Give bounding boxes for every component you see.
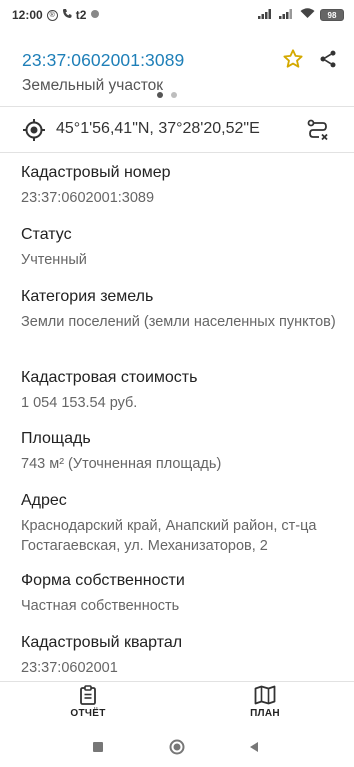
battery-icon: 98 — [320, 9, 344, 21]
field-cadastral-number: Кадастровый номер 23:37:0602001:3089 — [21, 163, 341, 208]
field-address: Адрес Краснодарский край, Анапский район… — [21, 491, 341, 556]
coordinates-row: 45°1'56,41"N, 37°28'20,52"E — [0, 108, 354, 152]
report-button[interactable]: ОТЧЁТ — [48, 682, 128, 726]
field-status: Статус Учтенный — [21, 225, 341, 270]
recent-apps-button[interactable] — [88, 737, 108, 757]
page-title: 23:37:0602001:3089 — [22, 50, 185, 70]
field-label: Площадь — [21, 430, 91, 447]
field-value: Земли поселений (земли населенных пункто… — [21, 314, 336, 330]
status-time: 12:00 — [12, 8, 43, 22]
pager-dot-active[interactable] — [157, 92, 163, 98]
plan-button[interactable]: ПЛАН — [225, 682, 305, 726]
crosshair-icon — [23, 119, 45, 141]
map-icon — [254, 685, 276, 705]
home-button[interactable] — [167, 737, 187, 757]
field-land-category: Категория земель Земли поселений (земли … — [21, 287, 341, 332]
field-value: 743 м² (Уточненная площадь) — [21, 456, 222, 472]
field-label: Кадастровая стоимость — [21, 369, 198, 386]
plan-label: ПЛАН — [250, 708, 280, 719]
bottom-nav: ОТЧЁТ ПЛАН — [0, 681, 354, 725]
share-button[interactable] — [316, 47, 340, 71]
route-button[interactable] — [305, 117, 331, 143]
carrier-label: t2 — [75, 8, 87, 22]
field-label: Форма собственности — [21, 572, 185, 589]
app-dot-icon — [90, 8, 100, 22]
field-label: Кадастровый квартал — [21, 634, 183, 651]
signal-icon-2 — [279, 8, 295, 22]
star-outline-icon — [283, 49, 303, 68]
field-label: Статус — [21, 226, 72, 243]
field-cadastral-value: Кадастровая стоимость 1 054 153.54 руб. — [21, 368, 341, 413]
square-icon — [93, 742, 103, 752]
favorite-button[interactable] — [281, 47, 305, 71]
report-label: ОТЧЁТ — [70, 708, 106, 719]
phone-icon — [62, 8, 72, 22]
signal-icon — [258, 8, 274, 22]
coordinates-text: 45°1'56,41"N, 37°28'20,52"E — [56, 120, 260, 137]
field-label: Категория земель — [21, 288, 154, 305]
back-button[interactable] — [244, 737, 264, 757]
field-value: 1 054 153.54 руб. — [21, 395, 138, 411]
wifi-icon — [300, 8, 315, 22]
field-value: Частная собственность — [21, 598, 180, 614]
triangle-back-icon — [250, 742, 258, 752]
field-value[interactable]: 23:37:0602001 — [21, 658, 341, 678]
divider — [0, 152, 354, 153]
field-value[interactable]: Краснодарский край, Анапский район, ст-ц… — [21, 516, 341, 556]
status-bar: 12:00 ® t2 98 — [0, 0, 354, 30]
route-icon — [307, 119, 328, 141]
field-area: Площадь 743 м² (Уточненная площадь) — [21, 429, 341, 474]
pager-dot[interactable] — [171, 92, 177, 98]
field-ownership: Форма собственности Частная собственност… — [21, 571, 341, 616]
pager-dots — [0, 92, 354, 98]
registered-badge-icon: ® — [46, 9, 58, 21]
divider — [0, 106, 354, 107]
share-icon — [320, 50, 336, 68]
field-value: Учтенный — [21, 252, 87, 268]
field-cadastral-block: Кадастровый квартал 23:37:0602001 — [21, 633, 341, 678]
header: 23:37:0602001:3089 Земельный участок — [0, 44, 354, 102]
field-value[interactable]: 23:37:0602001:3089 — [21, 188, 341, 208]
circle-icon — [169, 739, 185, 755]
clipboard-icon — [80, 685, 96, 705]
field-label: Кадастровый номер — [21, 164, 171, 181]
locate-button[interactable] — [21, 117, 47, 143]
field-label: Адрес — [21, 492, 67, 509]
system-nav-bar — [0, 727, 354, 767]
